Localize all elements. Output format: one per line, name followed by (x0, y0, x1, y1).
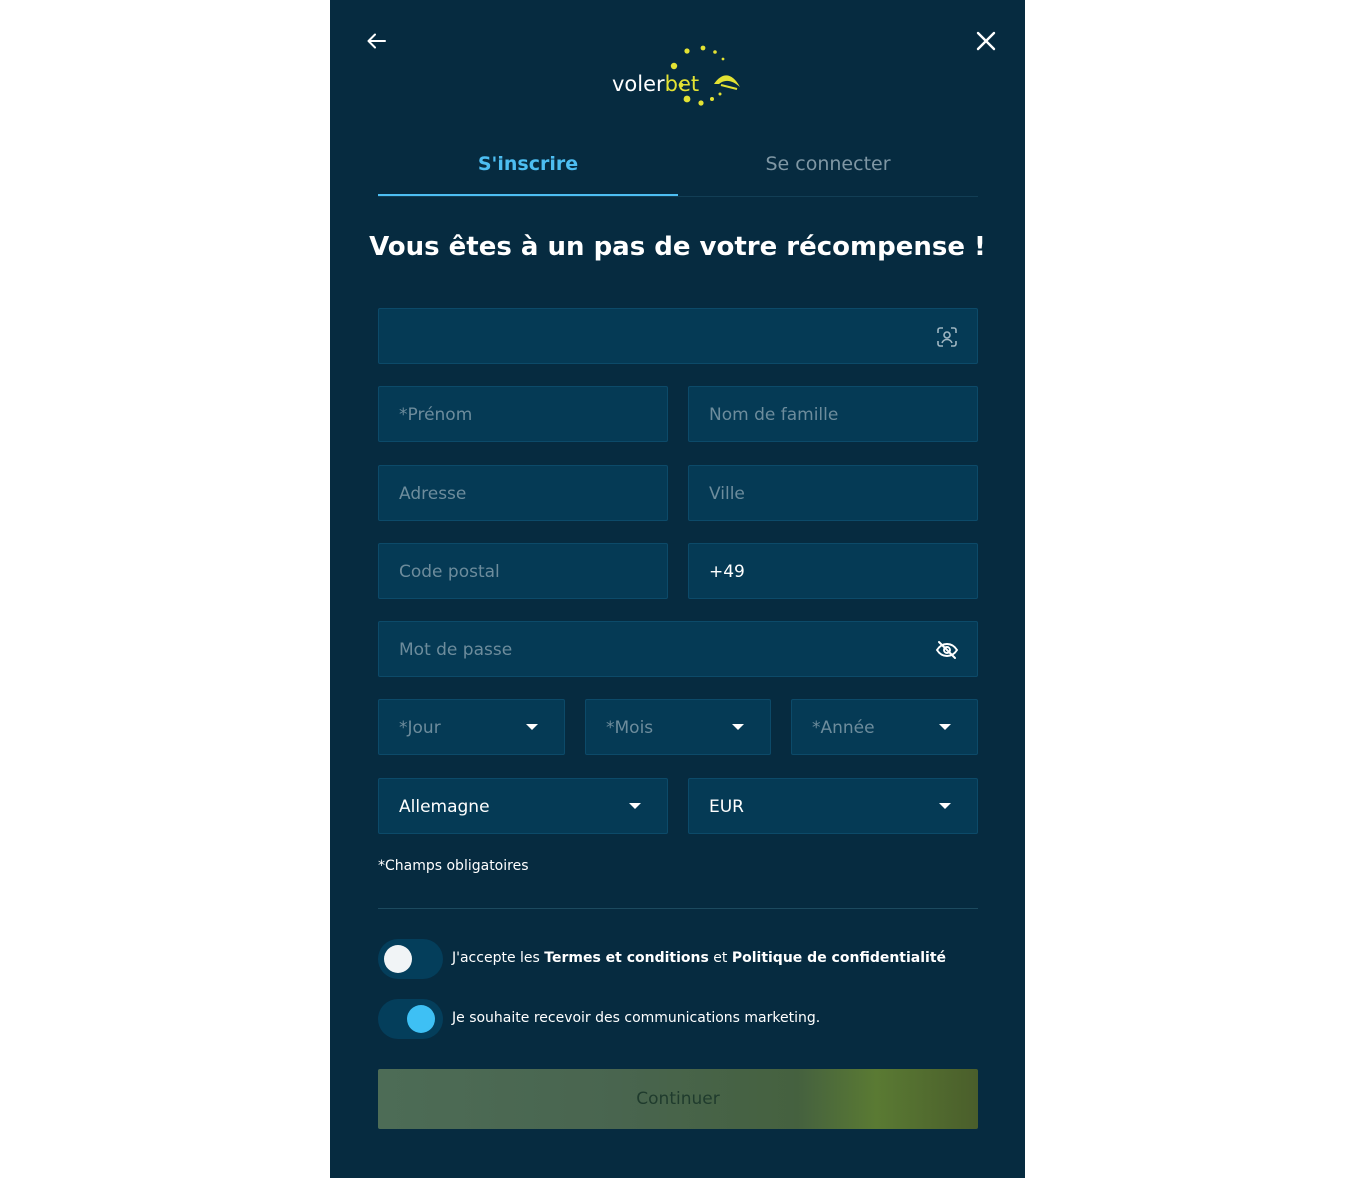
chevron-down-icon (732, 724, 744, 730)
terms-label: J'accepte les Termes et conditions et Po… (452, 950, 946, 966)
close-icon (976, 31, 996, 51)
divider (378, 908, 978, 909)
eye-off-icon[interactable] (935, 638, 959, 662)
logo-wordmark: volerbet (612, 72, 700, 96)
first-name-input[interactable]: *Prénom (378, 386, 668, 442)
face-scan-icon[interactable] (935, 325, 959, 349)
country-select[interactable]: Allemagne (378, 778, 668, 834)
year-placeholder: *Année (812, 718, 875, 738)
last-name-placeholder: Nom de famille (709, 405, 839, 425)
city-placeholder: Ville (709, 484, 745, 504)
country-value: Allemagne (399, 797, 490, 817)
continue-button[interactable]: Continuer (378, 1069, 978, 1129)
password-placeholder: Mot de passe (399, 640, 513, 660)
chevron-down-icon (629, 803, 641, 809)
arrow-left-icon (367, 33, 386, 49)
chevron-down-icon (939, 724, 951, 730)
month-placeholder: *Mois (606, 718, 654, 738)
last-name-input[interactable]: Nom de famille (688, 386, 978, 442)
email-field[interactable] (378, 308, 978, 364)
city-input[interactable]: Ville (688, 465, 978, 521)
postal-code-input[interactable]: Code postal (378, 543, 668, 599)
tab-login[interactable]: Se connecter (678, 140, 978, 195)
toggle-knob (407, 1005, 435, 1033)
terms-toggle[interactable] (378, 939, 443, 979)
terms-and: et (713, 950, 728, 966)
year-select[interactable]: *Année (791, 699, 978, 755)
page-title: Vous êtes à un pas de votre récompense ! (369, 232, 986, 262)
postal-code-placeholder: Code postal (399, 562, 500, 582)
password-input[interactable]: Mot de passe (378, 621, 978, 677)
privacy-link[interactable]: Politique de confidentialité (732, 950, 946, 966)
close-button[interactable] (972, 28, 1000, 56)
terms-prefix: J'accepte les (452, 950, 540, 966)
chevron-down-icon (526, 724, 538, 730)
day-placeholder: *Jour (399, 718, 441, 738)
first-name-placeholder: *Prénom (399, 405, 473, 425)
address-input[interactable]: Adresse (378, 465, 668, 521)
chevron-down-icon (939, 803, 951, 809)
day-select[interactable]: *Jour (378, 699, 565, 755)
auth-tabs: S'inscrire Se connecter (378, 140, 978, 197)
tab-signup[interactable]: S'inscrire (378, 140, 678, 196)
month-select[interactable]: *Mois (585, 699, 771, 755)
currency-value: EUR (709, 797, 744, 817)
marketing-label: Je souhaite recevoir des communications … (452, 1010, 821, 1026)
terms-link[interactable]: Termes et conditions (544, 950, 709, 966)
toggle-knob (384, 945, 412, 973)
address-placeholder: Adresse (399, 484, 467, 504)
required-fields-note: *Champs obligatoires (378, 858, 529, 874)
currency-select[interactable]: EUR (688, 778, 978, 834)
phone-value: +49 (709, 562, 745, 582)
back-button[interactable] (361, 28, 389, 56)
signup-modal: volerbet S'inscrire Se connecter Vous êt… (330, 0, 1025, 1178)
marketing-toggle[interactable] (378, 999, 443, 1039)
phone-input[interactable]: +49 (688, 543, 978, 599)
volerbet-logo: volerbet (610, 42, 746, 110)
